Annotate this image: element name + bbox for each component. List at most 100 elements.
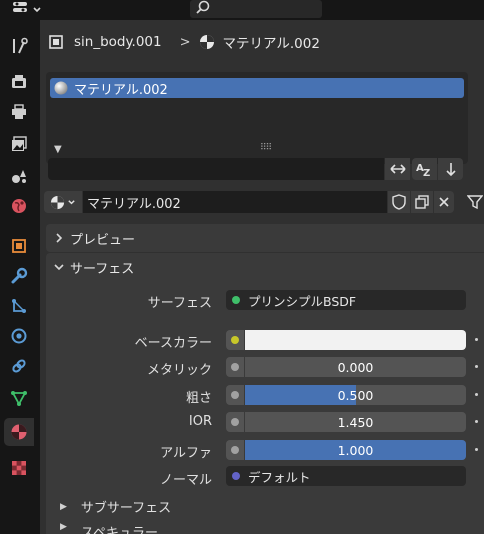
chevron-down-icon	[54, 264, 64, 271]
material-slot-list: マテリアル.002	[46, 72, 468, 164]
browse-material-button[interactable]	[44, 191, 82, 213]
material-name-field[interactable]: マテリアル.002	[83, 191, 387, 213]
ior-label: IOR	[188, 414, 212, 429]
tab-physics[interactable]	[4, 322, 34, 350]
breadcrumb: sin_body.001 > マテリアル.002	[40, 20, 484, 64]
float-socket-icon	[231, 446, 239, 454]
breadcrumb-material[interactable]: マテリアル.002	[223, 32, 320, 52]
search-icon	[196, 0, 210, 14]
object-square-icon	[12, 239, 26, 253]
wrench-screwdriver-icon	[13, 37, 28, 54]
shader-socket-icon	[232, 296, 240, 304]
chevron-right-icon	[56, 233, 63, 243]
material-sphere-icon	[50, 195, 65, 209]
preview-panel-header[interactable]: プレビュー	[46, 224, 484, 252]
sort-reverse-button[interactable]	[438, 158, 463, 180]
filter-input[interactable]	[48, 158, 384, 180]
base-color-swatch[interactable]	[245, 330, 466, 350]
tab-render[interactable]	[4, 68, 34, 96]
unlink-material-button[interactable]	[434, 191, 454, 213]
invert-filter-button[interactable]	[385, 158, 410, 180]
search-input[interactable]	[190, 0, 322, 18]
keyframe-dot[interactable]	[475, 365, 478, 368]
list-options-arrow[interactable]: ▼	[54, 144, 62, 155]
material-sphere-icon	[199, 35, 214, 49]
printer-icon	[12, 104, 26, 119]
arrow-down-icon	[445, 163, 456, 177]
chevron-down-icon	[33, 7, 41, 13]
surface-shader-label: サーフェス	[147, 296, 212, 311]
funnel-icon	[467, 195, 483, 210]
ior-field[interactable]: 1.450	[245, 412, 466, 432]
list-resize-grip[interactable]: ⠿⠿	[260, 143, 272, 153]
constraint-icon	[12, 359, 26, 373]
particles-icon	[12, 299, 26, 313]
keyframe-dot[interactable]	[475, 420, 478, 423]
keyframe-dot[interactable]	[475, 338, 478, 341]
tab-constraints[interactable]	[4, 352, 34, 380]
keyframe-dot[interactable]	[475, 393, 478, 396]
surface-shader-field[interactable]: プリンシプルBSDF	[226, 290, 466, 310]
material-sphere-icon	[11, 424, 27, 440]
scene-icon	[12, 170, 26, 183]
color-socket-icon	[231, 336, 239, 344]
material-slot-item[interactable]: マテリアル.002	[50, 78, 464, 98]
close-icon	[439, 197, 449, 207]
preview-title: プレビュー	[70, 232, 136, 248]
roughness-slider[interactable]: 0.500	[245, 385, 466, 405]
fake-user-button[interactable]	[388, 191, 410, 213]
material-ball-icon	[54, 81, 68, 95]
tab-view-layer[interactable]	[4, 130, 34, 158]
alpha-socket-button[interactable]	[226, 440, 244, 460]
sort-alpha-button[interactable]: A Z	[412, 158, 437, 180]
tab-scene[interactable]	[4, 162, 34, 190]
ior-socket-button[interactable]	[226, 412, 244, 432]
normal-input-field[interactable]: デフォルト	[226, 466, 466, 486]
images-icon	[12, 136, 27, 151]
tab-world[interactable]	[4, 192, 34, 220]
metallic-socket-button[interactable]	[226, 357, 244, 377]
tab-texture[interactable]	[4, 454, 34, 482]
tab-modifiers[interactable]	[4, 262, 34, 290]
tab-tool[interactable]	[4, 32, 34, 60]
chevron-down-icon	[68, 199, 75, 204]
normal-label: ノーマル	[159, 473, 212, 488]
tab-output[interactable]	[4, 98, 34, 126]
surface-panel-header[interactable]: サーフェス	[46, 253, 484, 281]
triangle-right-icon: ▶	[60, 522, 67, 532]
roughness-socket-button[interactable]	[226, 385, 244, 405]
base-color-socket-button[interactable]	[226, 330, 244, 350]
base-color-label: ベースカラー	[134, 336, 212, 351]
wrench-icon	[11, 267, 28, 284]
editor-type-button[interactable]	[12, 0, 46, 20]
duplicate-material-button[interactable]	[411, 191, 433, 213]
specular-subpanel-header[interactable]: ▶ スペキュラー	[60, 522, 158, 534]
alpha-slider[interactable]: 1.000	[245, 440, 466, 460]
tab-material[interactable]	[4, 418, 34, 446]
breadcrumb-object[interactable]: sin_body.001	[74, 34, 162, 50]
shield-icon	[392, 194, 406, 210]
metallic-slider[interactable]: 0.000	[245, 357, 466, 377]
float-socket-icon	[231, 391, 239, 399]
physics-icon	[11, 328, 27, 344]
roughness-value: 0.500	[337, 387, 374, 403]
object-square-icon	[49, 35, 63, 49]
checker-texture-icon	[12, 461, 26, 475]
subsurface-subpanel-header[interactable]: ▶ サブサーフェス	[60, 497, 171, 516]
world-icon	[12, 199, 26, 213]
tab-particles[interactable]	[4, 292, 34, 320]
filter-icon-button[interactable]	[466, 191, 484, 213]
triangle-right-icon: ▶	[60, 501, 67, 512]
float-socket-icon	[231, 363, 239, 371]
subsurface-title: サブサーフェス	[80, 501, 172, 516]
svg-text:Z: Z	[423, 168, 430, 177]
keyframe-dot[interactable]	[475, 448, 478, 451]
camera-back-icon	[12, 75, 26, 88]
sort-alpha-icon: A Z	[416, 163, 430, 177]
metallic-label: メタリック	[146, 363, 212, 378]
tab-object[interactable]	[4, 232, 34, 260]
tab-data[interactable]	[4, 384, 34, 412]
surface-panel-body	[46, 280, 484, 534]
properties-tab-strip	[0, 20, 40, 534]
float-socket-icon	[231, 418, 239, 426]
